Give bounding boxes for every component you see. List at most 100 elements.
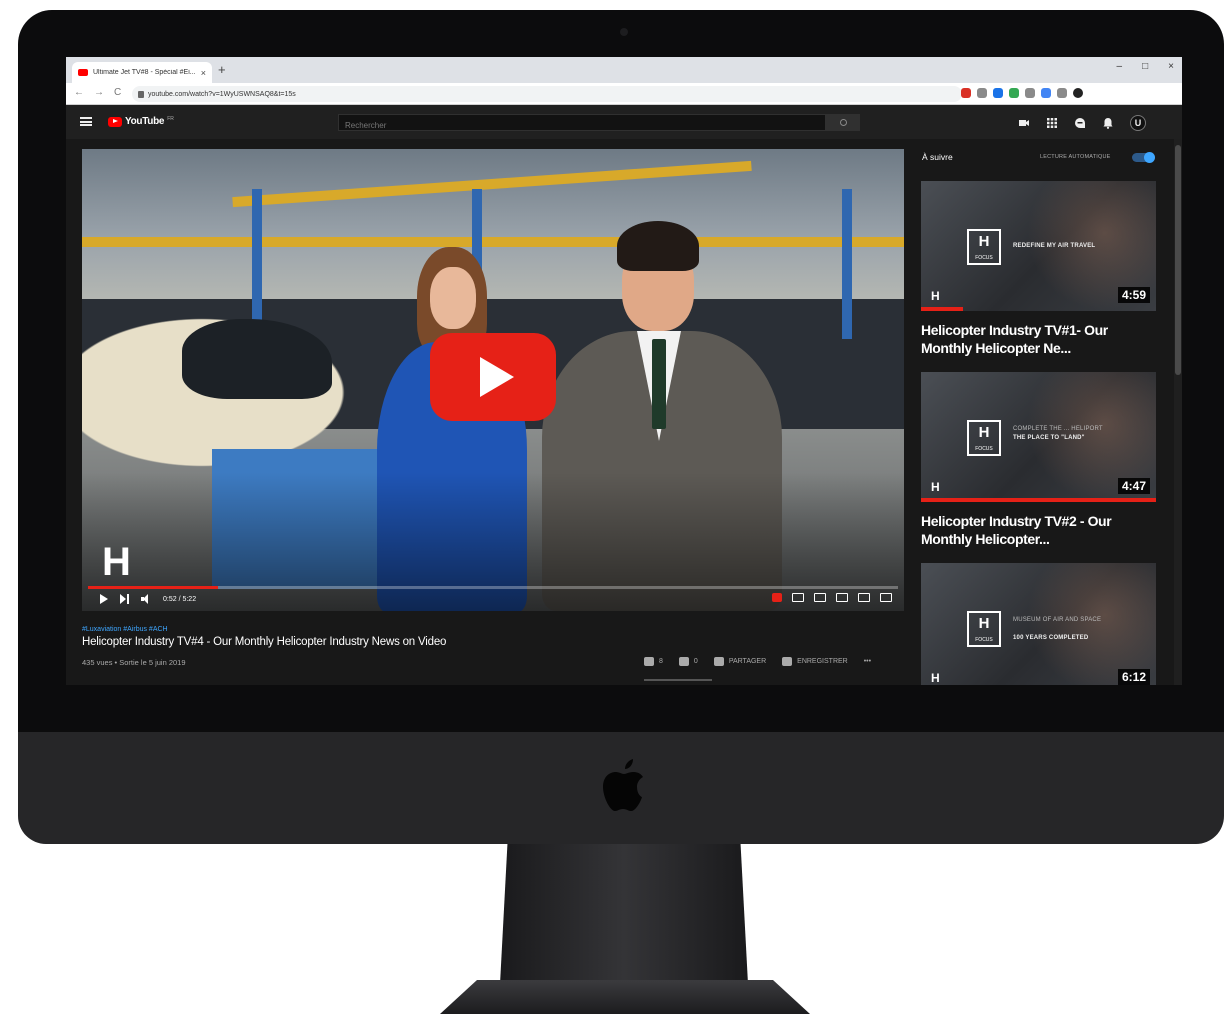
play-button[interactable]	[430, 333, 556, 421]
extension-icons	[961, 88, 1083, 98]
search-button[interactable]	[826, 114, 860, 131]
browser-extension-icon[interactable]	[1041, 88, 1051, 98]
address-bar-row: ← → C youtube.com/watch?v=1WyUSWNSAQ8&t=…	[66, 83, 1182, 105]
thumbnail-h-mark: H	[931, 289, 940, 303]
like-count: 8	[659, 658, 663, 665]
user-avatar[interactable]: U	[1130, 115, 1146, 131]
save-label: ENREGISTRER	[797, 658, 848, 665]
thumbnail-h-mark: H	[931, 671, 940, 685]
browser-extension-icon[interactable]	[993, 88, 1003, 98]
fullscreen-icon[interactable]	[880, 593, 892, 602]
hamburger-menu-icon[interactable]	[80, 117, 92, 126]
progress-bar[interactable]	[88, 586, 898, 589]
player-controls-right	[772, 593, 892, 602]
browser-extension-icon[interactable]	[961, 88, 971, 98]
next-video-icon[interactable]	[120, 594, 129, 604]
thumbnail-h-mark: H	[931, 480, 940, 494]
up-next-video-card[interactable]: H FOCUS MUSEUM OF AIR AND SPACE 100 YEARS…	[921, 563, 1156, 685]
thumbnail-caption: REDEFINE MY AIR TRAVEL	[1013, 243, 1096, 249]
thumbnail-image	[1026, 563, 1156, 685]
thumbnail-caption: MUSEUM OF AIR AND SPACE	[1013, 617, 1102, 623]
share-button[interactable]: PARTAGER	[713, 657, 767, 666]
maximize-button[interactable]: □	[1142, 61, 1148, 72]
playlist-add-icon	[782, 657, 793, 666]
dislike-count: 0	[693, 658, 698, 665]
tab-title: Ultimate Jet TV#8 - Spécial #Ei...	[93, 69, 196, 76]
notifications-bell-icon[interactable]	[1102, 117, 1114, 129]
omnibox[interactable]: youtube.com/watch?v=1WyUSWNSAQ8&t=15s	[132, 86, 962, 102]
youtube-logo[interactable]: YouTube FR	[108, 116, 174, 127]
browser-extension-icon[interactable]	[1025, 88, 1035, 98]
imac-mockup: Ultimate Jet TV#8 - Spécial #Ei... × + –…	[0, 0, 1224, 1016]
messages-icon[interactable]	[1074, 117, 1086, 129]
autoplay-control-icon[interactable]	[772, 593, 782, 602]
thumbnail-caption: COMPLETE THE ... HELIPORT	[1013, 426, 1103, 432]
video-thumbnail[interactable]: H FOCUS MUSEUM OF AIR AND SPACE 100 YEARS…	[921, 563, 1156, 685]
search-box	[338, 114, 826, 133]
browser-tab[interactable]: Ultimate Jet TV#8 - Spécial #Ei... ×	[72, 62, 212, 83]
volume-icon[interactable]	[141, 594, 151, 604]
video-hashtags[interactable]: #Luxaviation #Airbus #ACH	[82, 626, 168, 633]
sentiment-bar	[644, 679, 712, 681]
youtube-header: YouTube FR U	[66, 105, 1182, 139]
camera-dot	[620, 28, 628, 36]
video-thumbnail[interactable]: H FOCUS REDEFINE MY AIR TRAVEL H 4:59	[921, 181, 1156, 311]
thumbnail-caption: 100 YEARS COMPLETED	[1013, 635, 1089, 641]
like-button[interactable]: 8	[644, 657, 663, 666]
browser-extension-icon[interactable]	[977, 88, 987, 98]
close-window-button[interactable]: ×	[1168, 61, 1174, 72]
browser-extension-icon[interactable]	[1009, 88, 1019, 98]
video-duration-badge: 6:12	[1117, 669, 1150, 685]
video-duration-badge: 4:47	[1117, 478, 1150, 494]
scrollbar-thumb[interactable]	[1175, 145, 1181, 375]
window-controls: – □ ×	[1117, 61, 1174, 72]
apps-grid-icon[interactable]	[1046, 117, 1058, 129]
thumbs-up-icon	[644, 657, 654, 666]
reload-button[interactable]: C	[114, 87, 121, 98]
progress-bar-fill	[88, 586, 219, 589]
back-button[interactable]: ←	[74, 87, 84, 98]
tab-close-icon[interactable]: ×	[201, 68, 206, 78]
player-controls: 0:52 / 5:22	[82, 592, 904, 610]
nav-buttons: ← → C	[74, 87, 121, 98]
settings-icon[interactable]	[792, 593, 804, 602]
minimize-button[interactable]: –	[1117, 61, 1123, 72]
theater-mode-icon[interactable]	[836, 593, 848, 602]
stand-foot	[440, 980, 810, 1014]
player-controls-left: 0:52 / 5:22	[100, 594, 196, 604]
share-label: PARTAGER	[728, 658, 767, 665]
miniplayer-icon[interactable]	[814, 593, 826, 602]
play-pause-icon[interactable]	[100, 594, 108, 604]
share-arrow-icon	[713, 657, 724, 666]
tab-bar: Ultimate Jet TV#8 - Spécial #Ei... × + –…	[66, 57, 1182, 83]
search-input[interactable]	[339, 118, 825, 133]
thumbnail-caption: THE PLACE TO "LAND"	[1013, 435, 1085, 441]
new-tab-button[interactable]: +	[218, 63, 226, 77]
stand-neck	[500, 844, 748, 984]
video-meta: 435 vues • Sortie le 5 juin 2019	[82, 658, 186, 667]
page-scrollbar[interactable]	[1174, 139, 1182, 685]
up-next-video-card[interactable]: H FOCUS COMPLETE THE ... HELIPORT THE PLA…	[921, 372, 1156, 548]
autoplay-toggle[interactable]	[1132, 152, 1155, 163]
video-player[interactable]: H 0:52 / 5:22	[82, 149, 904, 611]
up-next-video-card[interactable]: H FOCUS REDEFINE MY AIR TRAVEL H 4:59 Hel…	[921, 181, 1156, 357]
up-next-video-title[interactable]: Helicopter Industry TV#1- Our Monthly He…	[921, 321, 1156, 357]
cast-icon[interactable]	[858, 593, 870, 602]
channel-watermark-logo: H	[102, 540, 131, 584]
youtube-logo-text: YouTube	[125, 116, 165, 127]
save-button[interactable]: ENREGISTRER	[782, 657, 848, 666]
create-video-icon[interactable]	[1018, 117, 1030, 129]
forward-button[interactable]: →	[94, 87, 104, 98]
more-actions-button[interactable]: •••	[864, 658, 871, 665]
lock-icon	[138, 90, 144, 98]
apple-logo-icon	[603, 759, 643, 811]
browser-extension-icon[interactable]	[1073, 88, 1083, 98]
up-next-video-title[interactable]: Helicopter Industry TV#2 - Our Monthly H…	[921, 512, 1156, 548]
video-duration-badge: 4:59	[1117, 287, 1150, 303]
dislike-button[interactable]: 0	[678, 657, 698, 666]
time-display: 0:52 / 5:22	[163, 595, 197, 603]
video-actions: 8 0 PARTAGER ENREGISTRER •••	[644, 657, 871, 666]
focus-badge-logo: H FOCUS	[967, 611, 1001, 647]
browser-extension-icon[interactable]	[1057, 88, 1067, 98]
video-thumbnail[interactable]: H FOCUS COMPLETE THE ... HELIPORT THE PLA…	[921, 372, 1156, 502]
